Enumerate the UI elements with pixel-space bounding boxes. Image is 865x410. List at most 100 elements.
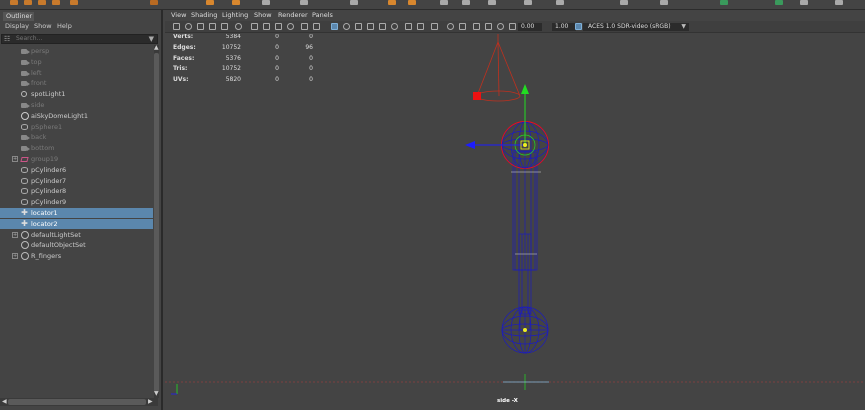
toolbar-icon[interactable] xyxy=(800,0,808,5)
outliner-item[interactable]: top xyxy=(0,57,153,67)
horizontal-scrollbar[interactable] xyxy=(0,398,158,406)
viewport-tool-icon[interactable] xyxy=(431,23,438,30)
spotlight-gizmo[interactable] xyxy=(475,34,521,102)
outliner-item[interactable]: pCylinder6 xyxy=(0,165,153,175)
toolbar-icon[interactable] xyxy=(52,0,60,5)
toolbar-icon[interactable] xyxy=(775,0,783,5)
viewport-tool-icon[interactable] xyxy=(301,23,308,30)
toolbar-icon[interactable] xyxy=(262,0,270,5)
outliner-item[interactable]: ✚ locator2 xyxy=(0,218,153,229)
toolbar-icon[interactable] xyxy=(150,0,158,5)
toolbar-icon[interactable] xyxy=(462,0,470,5)
viewport-tool-icon[interactable] xyxy=(405,23,412,30)
viewport-tool-icon[interactable] xyxy=(209,23,216,30)
viewport-3d[interactable]: Verts: 5384 0 0 Edges: 10752 0 96 Faces: 5376 0 0 Tr… xyxy=(165,34,865,410)
outliner-item[interactable]: pCylinder9 xyxy=(0,197,153,207)
toolbar-icon[interactable] xyxy=(408,0,416,5)
viewport-tool-icon[interactable] xyxy=(235,23,242,30)
toolbar-icon[interactable] xyxy=(24,0,32,5)
outliner-item[interactable]: pCylinder7 xyxy=(0,176,153,186)
viewport-tool-icon[interactable] xyxy=(355,23,362,30)
color-management-toggle[interactable] xyxy=(575,23,582,30)
menu-show[interactable]: Show xyxy=(34,22,52,31)
expand-icon[interactable]: + xyxy=(12,253,18,260)
toolbar-icon[interactable] xyxy=(488,0,496,5)
outliner-item[interactable]: + defaultLightSet xyxy=(0,230,153,240)
viewport-tool-icon[interactable] xyxy=(331,23,338,30)
toolbar-icon[interactable] xyxy=(620,0,628,5)
viewport-tool-icon[interactable] xyxy=(473,23,480,30)
viewport-tool-icon[interactable] xyxy=(447,23,454,30)
viewport-tool-icon[interactable] xyxy=(417,23,424,30)
outliner-tab[interactable]: Outliner xyxy=(3,12,34,21)
outliner-item[interactable]: aiSkyDomeLight1 xyxy=(0,111,153,121)
toolbar-icon[interactable] xyxy=(556,0,564,5)
arm-wireframe[interactable] xyxy=(511,151,541,331)
outliner-item[interactable]: pCylinder8 xyxy=(0,186,153,196)
viewport-tool-icon[interactable] xyxy=(391,23,398,30)
outliner-item[interactable]: spotLight1 xyxy=(0,89,153,99)
vertical-scrollbar[interactable] xyxy=(154,45,159,398)
scroll-right-icon[interactable]: ▶ xyxy=(148,399,153,405)
exposure-field[interactable]: 0.00 xyxy=(518,23,542,31)
viewport-tool-icon[interactable] xyxy=(509,23,516,30)
viewport-tool-icon[interactable] xyxy=(251,23,258,30)
locator2-marker[interactable] xyxy=(523,328,527,332)
toolbar-icon[interactable] xyxy=(70,0,78,5)
scrollbar-thumb[interactable] xyxy=(8,399,146,405)
viewport-scene[interactable] xyxy=(165,34,865,410)
chevron-down-icon[interactable]: ▼ xyxy=(681,23,686,31)
toolbar-icon[interactable] xyxy=(835,0,843,5)
toolbar-icon[interactable] xyxy=(232,0,240,5)
viewport-tool-icon[interactable] xyxy=(497,23,504,30)
toolbar-icon[interactable] xyxy=(300,0,308,5)
menu-view[interactable]: View xyxy=(171,10,186,21)
scroll-down-icon[interactable]: ▼ xyxy=(154,391,159,397)
toolbar-icon[interactable] xyxy=(660,0,668,5)
menu-display[interactable]: Display xyxy=(5,22,29,31)
menu-renderer[interactable]: Renderer xyxy=(278,10,308,21)
viewport-tool-icon[interactable] xyxy=(379,23,386,30)
menu-help[interactable]: Help xyxy=(57,22,72,31)
viewport-tool-icon[interactable] xyxy=(197,23,204,30)
outliner-item[interactable]: defaultObjectSet xyxy=(0,240,153,250)
scroll-up-icon[interactable]: ▲ xyxy=(154,45,159,51)
menu-shading[interactable]: Shading xyxy=(191,10,217,21)
outliner-item[interactable]: bottom xyxy=(0,143,153,153)
menu-panels[interactable]: Panels xyxy=(312,10,333,21)
color-management-select[interactable]: ACES 1.0 SDR-video (sRGB) ▼ xyxy=(583,23,689,31)
toolbar-icon[interactable] xyxy=(10,0,18,5)
outliner-item[interactable]: + R_fingers xyxy=(0,251,153,261)
viewport-tool-icon[interactable] xyxy=(287,23,294,30)
outliner-item[interactable]: side xyxy=(0,100,153,110)
toolbar-icon[interactable] xyxy=(388,0,396,5)
viewport-tool-icon[interactable] xyxy=(313,23,320,30)
menu-lighting[interactable]: Lighting xyxy=(222,10,248,21)
expand-icon[interactable]: + xyxy=(12,231,18,238)
light-manipulator-handle[interactable] xyxy=(473,92,481,100)
viewport-tool-icon[interactable] xyxy=(459,23,466,30)
viewport-tool-icon[interactable] xyxy=(367,23,374,30)
viewport-tool-icon[interactable] xyxy=(185,23,192,30)
outliner-item[interactable]: back xyxy=(0,132,153,142)
viewport-tool-icon[interactable] xyxy=(275,23,282,30)
viewport-tool-icon[interactable] xyxy=(173,23,180,30)
search-input[interactable] xyxy=(16,35,142,43)
menu-show[interactable]: Show xyxy=(254,10,272,21)
outliner-item[interactable]: front xyxy=(0,78,153,88)
gamma-field[interactable]: 1.00 xyxy=(552,23,576,31)
viewport-tool-icon[interactable] xyxy=(485,23,492,30)
toolbar-icon[interactable] xyxy=(440,0,448,5)
viewport-tool-icon[interactable] xyxy=(221,23,228,30)
toolbar-icon[interactable] xyxy=(720,0,728,5)
toolbar-icon[interactable] xyxy=(206,0,214,5)
scrollbar-thumb[interactable] xyxy=(154,53,159,392)
outliner-item[interactable]: pSphere1 xyxy=(0,122,153,132)
toolbar-icon[interactable] xyxy=(350,0,358,5)
viewport-tool-icon[interactable] xyxy=(343,23,350,30)
outliner-item[interactable]: + group19 xyxy=(0,154,153,164)
viewport-tool-icon[interactable] xyxy=(263,23,270,30)
outliner-item[interactable]: ✚ locator1 xyxy=(0,208,153,218)
scroll-left-icon[interactable]: ◀ xyxy=(2,399,7,405)
toolbar-icon[interactable] xyxy=(524,0,532,5)
